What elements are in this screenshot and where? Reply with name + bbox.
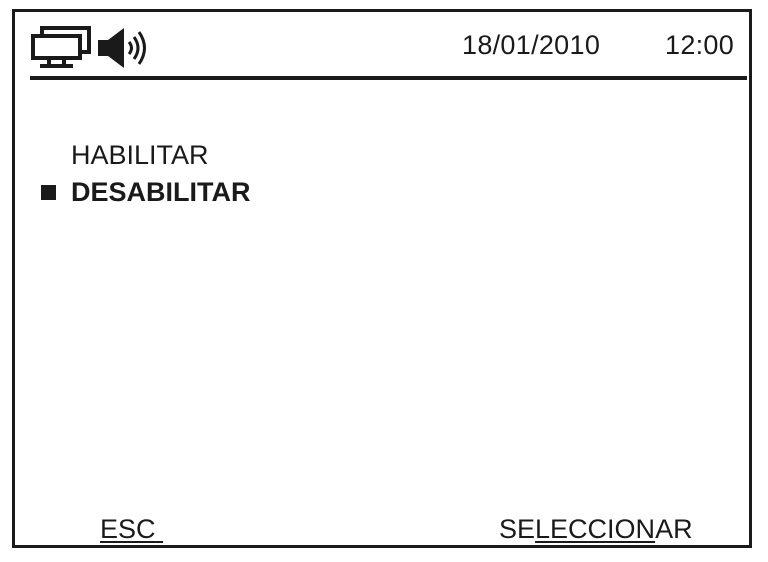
select-softkey[interactable]: SELECCIONAR bbox=[499, 512, 693, 546]
select-label-suffix: AR bbox=[655, 514, 693, 544]
status-bar: 18/01/2010 12:00 bbox=[15, 12, 749, 76]
speaker-icon bbox=[96, 25, 154, 71]
device-screen: 18/01/2010 12:00 HABILITAR DESABILITAR E… bbox=[12, 9, 752, 548]
menu-item-label: HABILITAR bbox=[71, 140, 209, 170]
menu-item-label: DESABILITAR bbox=[71, 177, 251, 207]
esc-softkey-label: ESC bbox=[100, 514, 156, 544]
date-display: 18/01/2010 bbox=[462, 30, 601, 60]
esc-softkey[interactable]: ESC bbox=[100, 512, 163, 546]
select-label-underlined: LECCION bbox=[535, 514, 656, 544]
time-display: 12:00 bbox=[665, 30, 735, 60]
status-icons bbox=[30, 25, 154, 71]
select-label-prefix: SE bbox=[499, 514, 536, 544]
header-divider bbox=[30, 76, 747, 80]
network-icon bbox=[30, 25, 92, 71]
menu-item-desabilitar[interactable]: DESABILITAR bbox=[15, 175, 749, 211]
selection-marker-icon bbox=[41, 185, 56, 200]
menu-item-habilitar[interactable]: HABILITAR bbox=[15, 138, 749, 174]
